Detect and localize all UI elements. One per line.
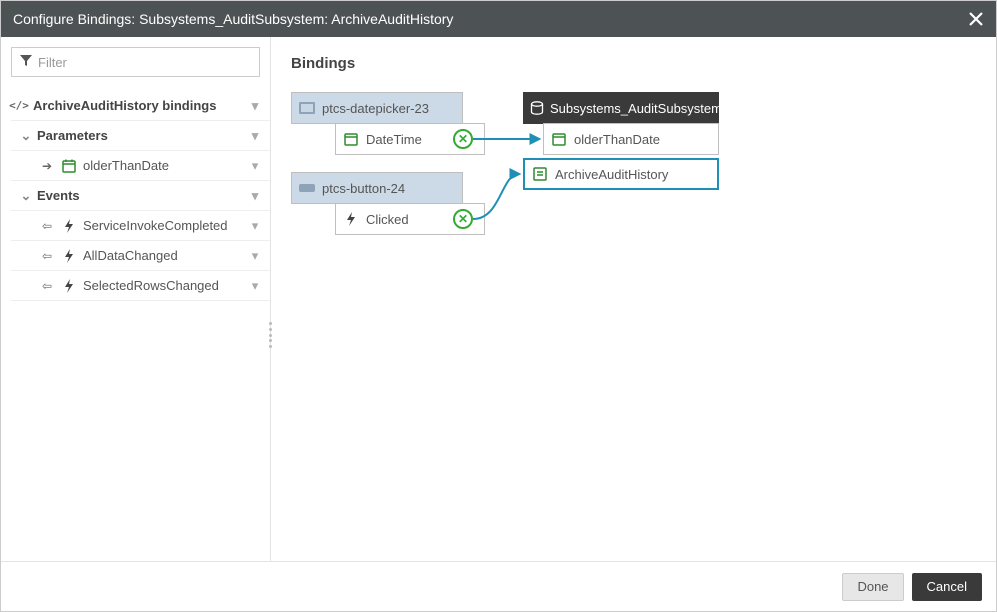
service-selected-archiveaudithistory[interactable]: ArchiveAuditHistory	[523, 158, 719, 190]
calendar-icon	[550, 130, 568, 148]
chevron-down-icon[interactable]: ▾	[248, 188, 262, 204]
calendar-icon	[342, 130, 360, 148]
tree-event-item[interactable]: ⇦ SelectedRowsChanged ▾	[11, 271, 270, 301]
service-icon	[531, 165, 549, 183]
tree-event-item[interactable]: ⇦ ServiceInvokeCompleted ▾	[11, 211, 270, 241]
delete-binding-icon[interactable]: ✕	[453, 209, 473, 229]
service-param-olderthandate[interactable]: olderThanDate	[543, 123, 719, 155]
tree-root[interactable]: </> ArchiveAuditHistory bindings ▾	[11, 91, 270, 121]
event-label: AllDataChanged	[83, 248, 248, 263]
calendar-icon	[61, 158, 77, 174]
tree-section-parameters[interactable]: ⌄ Parameters ▾	[11, 121, 270, 151]
widget-name: ptcs-datepicker-23	[322, 101, 439, 116]
events-label: Events	[37, 188, 248, 203]
param-label: olderThanDate	[83, 158, 248, 173]
done-button[interactable]: Done	[842, 573, 903, 601]
bindings-tree: </> ArchiveAuditHistory bindings ▾ ⌄ Par…	[11, 91, 270, 301]
bolt-icon	[61, 278, 77, 294]
dialog-title: Configure Bindings: Subsystems_AuditSubs…	[13, 11, 453, 27]
widget-node-button[interactable]: ptcs-button-24	[291, 172, 463, 204]
event-name: Clicked	[366, 212, 419, 227]
filter-input[interactable]	[38, 55, 251, 70]
event-label: ServiceInvokeCompleted	[83, 218, 248, 233]
chevron-down-icon[interactable]: ▾	[248, 128, 262, 144]
titlebar: Configure Bindings: Subsystems_AuditSubs…	[1, 1, 996, 37]
widget-node-datepicker[interactable]: ptcs-datepicker-23	[291, 92, 463, 124]
widget-icon	[298, 179, 316, 197]
widget-icon	[298, 99, 316, 117]
bolt-icon	[61, 248, 77, 264]
delete-binding-icon[interactable]: ✕	[453, 129, 473, 149]
bindings-canvas: ptcs-datepicker-23 DateTime ✕ ptcs-butto…	[291, 92, 931, 352]
sidebar: </> ArchiveAuditHistory bindings ▾ ⌄ Par…	[1, 37, 271, 561]
arrow-in-icon: ➔	[39, 158, 55, 174]
bolt-icon	[342, 210, 360, 228]
expand-icon[interactable]: ⌄	[19, 188, 33, 204]
property-name: DateTime	[366, 132, 432, 147]
bindings-content: Bindings ptcs-datepicker-23 DateTime ✕	[271, 37, 996, 561]
param-name: olderThanDate	[574, 132, 670, 147]
chevron-down-icon[interactable]: ▾	[248, 158, 262, 174]
cancel-button[interactable]: Cancel	[912, 573, 982, 601]
bolt-icon	[61, 218, 77, 234]
arrow-out-icon: ⇦	[39, 248, 55, 264]
database-icon	[530, 99, 544, 117]
close-icon[interactable]	[968, 11, 984, 27]
tree-event-item[interactable]: ⇦ AllDataChanged ▾	[11, 241, 270, 271]
filter-box[interactable]	[11, 47, 260, 77]
code-icon: </>	[11, 98, 27, 114]
service-label: ArchiveAuditHistory	[555, 167, 678, 182]
arrow-out-icon: ⇦	[39, 278, 55, 294]
arrow-out-icon: ⇦	[39, 218, 55, 234]
chevron-down-icon[interactable]: ▾	[248, 98, 262, 114]
widget-name: ptcs-button-24	[322, 181, 415, 196]
chevron-down-icon[interactable]: ▾	[248, 278, 262, 294]
tree-section-events[interactable]: ⌄ Events ▾	[11, 181, 270, 211]
dialog-footer: Done Cancel	[1, 561, 996, 611]
filter-icon	[20, 55, 32, 70]
expand-icon[interactable]: ⌄	[19, 128, 33, 144]
service-name: Subsystems_AuditSubsystem	[550, 101, 732, 116]
chevron-down-icon[interactable]: ▾	[248, 218, 262, 234]
event-label: SelectedRowsChanged	[83, 278, 248, 293]
parameters-label: Parameters	[37, 128, 248, 143]
configure-bindings-dialog: Configure Bindings: Subsystems_AuditSubs…	[0, 0, 997, 612]
content-heading: Bindings	[291, 55, 976, 72]
tree-root-label: ArchiveAuditHistory bindings	[33, 98, 248, 113]
chevron-down-icon[interactable]: ▾	[248, 248, 262, 264]
dialog-body: </> ArchiveAuditHistory bindings ▾ ⌄ Par…	[1, 37, 996, 561]
service-node-subsystem[interactable]: Subsystems_AuditSubsystem	[523, 92, 719, 124]
tree-param-item[interactable]: ➔ olderThanDate ▾	[11, 151, 270, 181]
